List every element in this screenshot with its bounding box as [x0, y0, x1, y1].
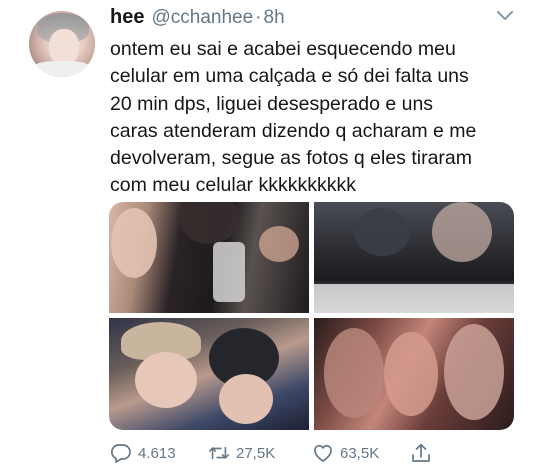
tweet-text-line: caras atenderam dizendo q acharam e me — [110, 119, 477, 142]
retweet-arrows-icon — [209, 446, 229, 460]
share-button[interactable] — [410, 442, 438, 464]
photo-4[interactable] — [314, 318, 514, 430]
author-name[interactable]: hee — [110, 6, 144, 29]
retweet-button[interactable]: 27,5K — [208, 442, 275, 464]
avatar-shirt — [31, 61, 93, 77]
avatar-face — [49, 29, 79, 65]
author-handle[interactable]: @cchanhee — [151, 7, 253, 29]
timestamp[interactable]: 8h — [264, 7, 285, 29]
reply-count: 4.613 — [138, 444, 176, 462]
avatar[interactable] — [29, 11, 95, 77]
tweet-card[interactable]: hee @cchanhee · 8h ontem eu sai e acabei… — [0, 0, 540, 468]
retweet-count: 27,5K — [236, 444, 276, 462]
heart-outline-icon — [314, 444, 332, 462]
like-button[interactable]: 63,5K — [312, 442, 379, 464]
action-bar: 4.613 27,5K 63,5K — [0, 442, 540, 468]
photo-1[interactable] — [109, 202, 309, 313]
photo-2[interactable] — [314, 202, 514, 313]
tweet-text-line: celular em uma calçada e só dei falta un… — [110, 65, 469, 88]
tweet-text-line: 20 min dps, liguei desesperado e uns — [110, 92, 434, 115]
tweet-text-line: com meu celular kkkkkkkkkk — [110, 174, 356, 197]
tweet-text-line: ontem eu sai e acabei esquecendo meu — [110, 38, 456, 60]
tweet-text-line: devolveram, segue as fotos q eles tirara… — [110, 147, 473, 170]
share-upload-icon — [412, 443, 430, 462]
tweet-header: hee @cchanhee · 8h — [110, 6, 285, 30]
chevron-down-icon[interactable] — [496, 10, 514, 22]
media-grid — [109, 202, 514, 430]
photo-3[interactable] — [109, 318, 309, 430]
reply-button[interactable]: 4.613 — [110, 442, 176, 464]
like-count: 63,5K — [340, 444, 380, 462]
tweet-text: ontem eu sai e acabei esquecendo meu cel… — [110, 36, 520, 200]
speech-bubble-icon — [110, 444, 131, 463]
separator-dot: · — [255, 7, 262, 28]
